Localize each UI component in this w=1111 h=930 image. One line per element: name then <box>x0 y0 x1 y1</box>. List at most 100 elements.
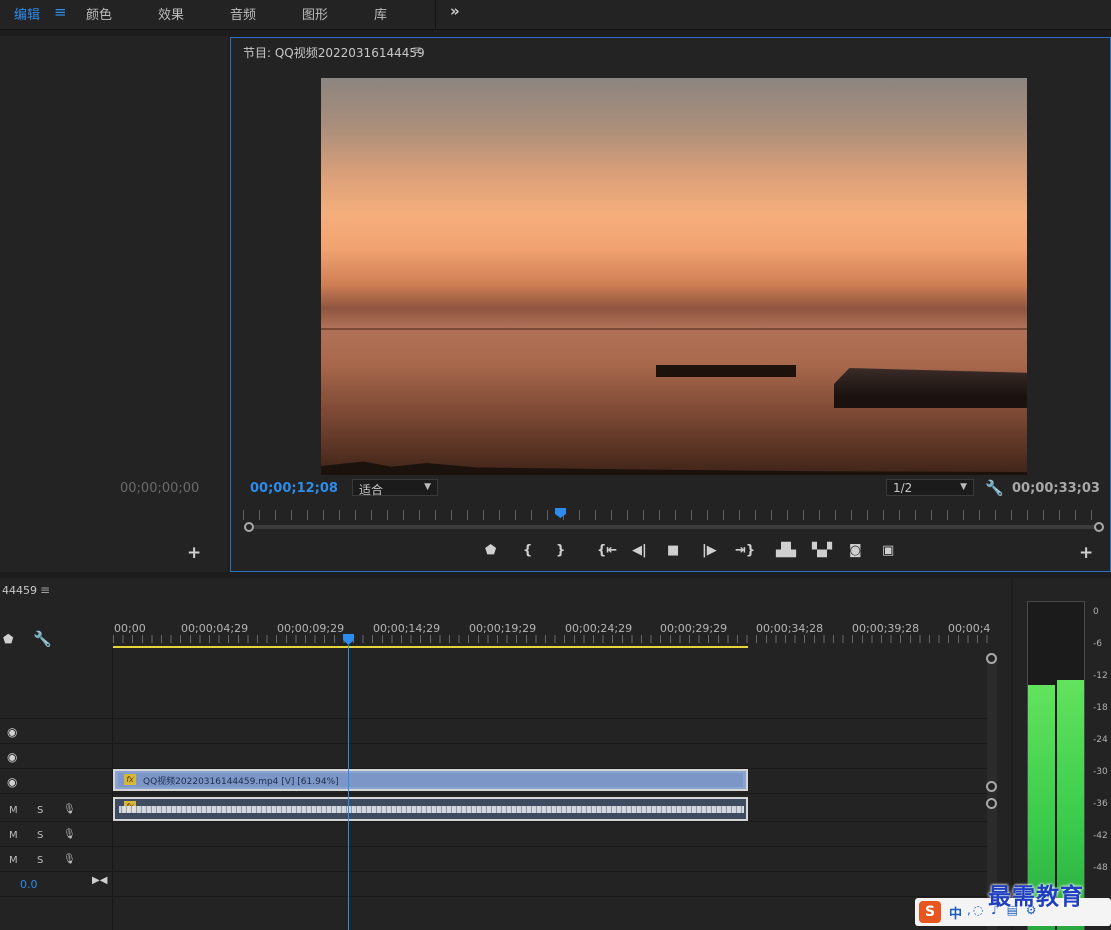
ship-silhouette <box>834 368 1027 408</box>
scrollbar-handle[interactable] <box>986 798 997 809</box>
source-timecode: 00;00;00;00 <box>120 481 200 496</box>
tab-audio[interactable]: 音频 <box>230 4 256 23</box>
go-to-in-icon[interactable]: {⇤ <box>597 543 617 558</box>
ime-logo[interactable]: S <box>919 901 941 923</box>
tab-effects[interactable]: 效果 <box>158 4 184 23</box>
microphone-icon[interactable]: 🎙 <box>63 804 76 815</box>
db-scale-label: 0 <box>1093 607 1099 617</box>
monitor-time-ruler[interactable] <box>243 510 1103 520</box>
zoom-scrollbar-right-handle[interactable] <box>1094 522 1104 532</box>
divider <box>435 0 436 30</box>
stop-icon[interactable]: ■ <box>667 543 679 558</box>
panel-menu-icon[interactable]: ≡ <box>40 583 50 597</box>
step-forward-icon[interactable]: |▶ <box>702 543 717 558</box>
track-row <box>0 847 987 872</box>
audio-waveform <box>119 806 744 813</box>
program-monitor-title[interactable]: 节目: QQ视频20220316144459 <box>243 44 425 61</box>
track-row <box>0 744 987 769</box>
lift-icon[interactable]: ▟▙ <box>776 543 796 558</box>
mark-out-icon[interactable]: } <box>556 543 565 558</box>
add-marker-icon[interactable]: ⬟ <box>3 632 13 646</box>
scrollbar-handle[interactable] <box>986 653 997 664</box>
chevron-down-icon: ▼ <box>960 482 967 492</box>
ime-language[interactable]: 中 <box>949 903 962 922</box>
db-scale-label: -36 <box>1093 799 1108 809</box>
marker-icon[interactable]: ⬟ <box>485 543 496 558</box>
chevron-down-icon: ▼ <box>424 482 431 492</box>
extract-icon[interactable]: ▚▞ <box>812 543 832 558</box>
chevron-double-right-icon[interactable]: » <box>450 2 460 20</box>
zoom-scrollbar-left-handle[interactable] <box>244 522 254 532</box>
watermark: 最需教育 <box>988 883 1084 910</box>
ruler-label: 00;00;04;29 <box>181 622 249 635</box>
fit-dropdown-value: 适合 <box>359 483 384 497</box>
db-scale-label: -24 <box>1093 735 1108 745</box>
mute-button[interactable]: M <box>9 855 18 866</box>
fx-badge[interactable]: fx <box>124 774 136 785</box>
export-frame-icon[interactable]: ◙ <box>849 543 862 558</box>
playhead-timecode[interactable]: 00;00;12;08 <box>250 481 338 496</box>
eye-icon[interactable]: ◉ <box>7 775 17 789</box>
wrench-icon[interactable]: 🔧 <box>33 630 52 648</box>
eye-icon[interactable]: ◉ <box>7 750 17 764</box>
timeline-ruler[interactable] <box>113 635 988 643</box>
ruler-label: 00;00;09;29 <box>277 622 345 635</box>
timeline-playhead-line[interactable] <box>348 645 349 930</box>
bowtie-icon[interactable]: ▶◀ <box>92 875 107 886</box>
hamburger-icon[interactable]: ≡ <box>54 3 67 21</box>
zoom-scrollbar[interactable] <box>249 525 1100 529</box>
ruler-label: 00;00;39;28 <box>852 622 920 635</box>
wrench-icon[interactable]: 🔧 <box>985 479 1004 497</box>
track-row <box>0 822 987 847</box>
step-back-icon[interactable]: ◀| <box>632 543 647 558</box>
panel-menu-icon[interactable]: ≡ <box>412 43 422 57</box>
tab-libraries[interactable]: 库 <box>374 4 387 23</box>
mute-button[interactable]: M <box>9 805 18 816</box>
track-row <box>0 694 987 719</box>
eye-icon[interactable]: ◉ <box>7 725 17 739</box>
resolution-dropdown[interactable]: 1/2 ▼ <box>886 479 974 496</box>
mute-button[interactable]: M <box>9 830 18 841</box>
plus-icon[interactable]: + <box>187 543 201 563</box>
video-clip-label: QQ视频20220316144459.mp4 [V] [61.94%] <box>143 777 339 787</box>
work-area-bar[interactable] <box>113 646 748 648</box>
ruler-label: 00;00;14;29 <box>373 622 441 635</box>
db-scale-label: -6 <box>1093 639 1102 649</box>
go-to-out-icon[interactable]: ⇥} <box>735 543 755 558</box>
ruler-label: 00;00;29;29 <box>660 622 728 635</box>
solo-button[interactable]: S <box>37 805 43 816</box>
barge-silhouette <box>656 365 796 377</box>
db-scale-label: -48 <box>1093 863 1108 873</box>
db-scale-label: -42 <box>1093 831 1108 841</box>
ruler-label: 00;00;24;29 <box>565 622 633 635</box>
workspace-bar: 编辑 ≡ 颜色 效果 音频 图形 库 » <box>0 0 1111 30</box>
timeline-title[interactable]: 44459 <box>2 584 37 597</box>
tab-color[interactable]: 颜色 <box>86 4 112 23</box>
ruler-label: 00;00;34;28 <box>756 622 824 635</box>
microphone-icon[interactable]: 🎙 <box>63 829 76 840</box>
tab-graphics[interactable]: 图形 <box>302 4 328 23</box>
ruler-label: 00;00 <box>114 622 146 635</box>
duration-timecode: 00;00;33;03 <box>1012 481 1100 496</box>
master-volume-value[interactable]: 0.0 <box>20 878 38 891</box>
video-preview <box>321 78 1027 475</box>
db-scale-label: -18 <box>1093 703 1108 713</box>
tab-edit[interactable]: 编辑 <box>14 4 40 23</box>
track-row <box>0 719 987 744</box>
resolution-dropdown-value: 1/2 <box>893 481 913 495</box>
ruler-label: 00;00;4 <box>948 622 991 635</box>
horizon-line <box>321 328 1027 330</box>
track-row <box>0 872 987 897</box>
mark-in-icon[interactable]: { <box>523 543 532 558</box>
ruler-label: 00;00;19;29 <box>469 622 537 635</box>
video-clip[interactable]: fx QQ视频20220316144459.mp4 [V] [61.94%] <box>113 769 748 791</box>
solo-button[interactable]: S <box>37 855 43 866</box>
fit-dropdown[interactable]: 适合 ▼ <box>352 479 438 497</box>
plus-icon[interactable]: + <box>1079 543 1093 563</box>
db-scale-label: -12 <box>1093 671 1108 681</box>
scrollbar-handle[interactable] <box>986 781 997 792</box>
microphone-icon[interactable]: 🎙 <box>63 854 76 865</box>
solo-button[interactable]: S <box>37 830 43 841</box>
compare-icon[interactable]: ▣ <box>882 543 894 558</box>
audio-clip[interactable]: fx <box>113 797 748 821</box>
